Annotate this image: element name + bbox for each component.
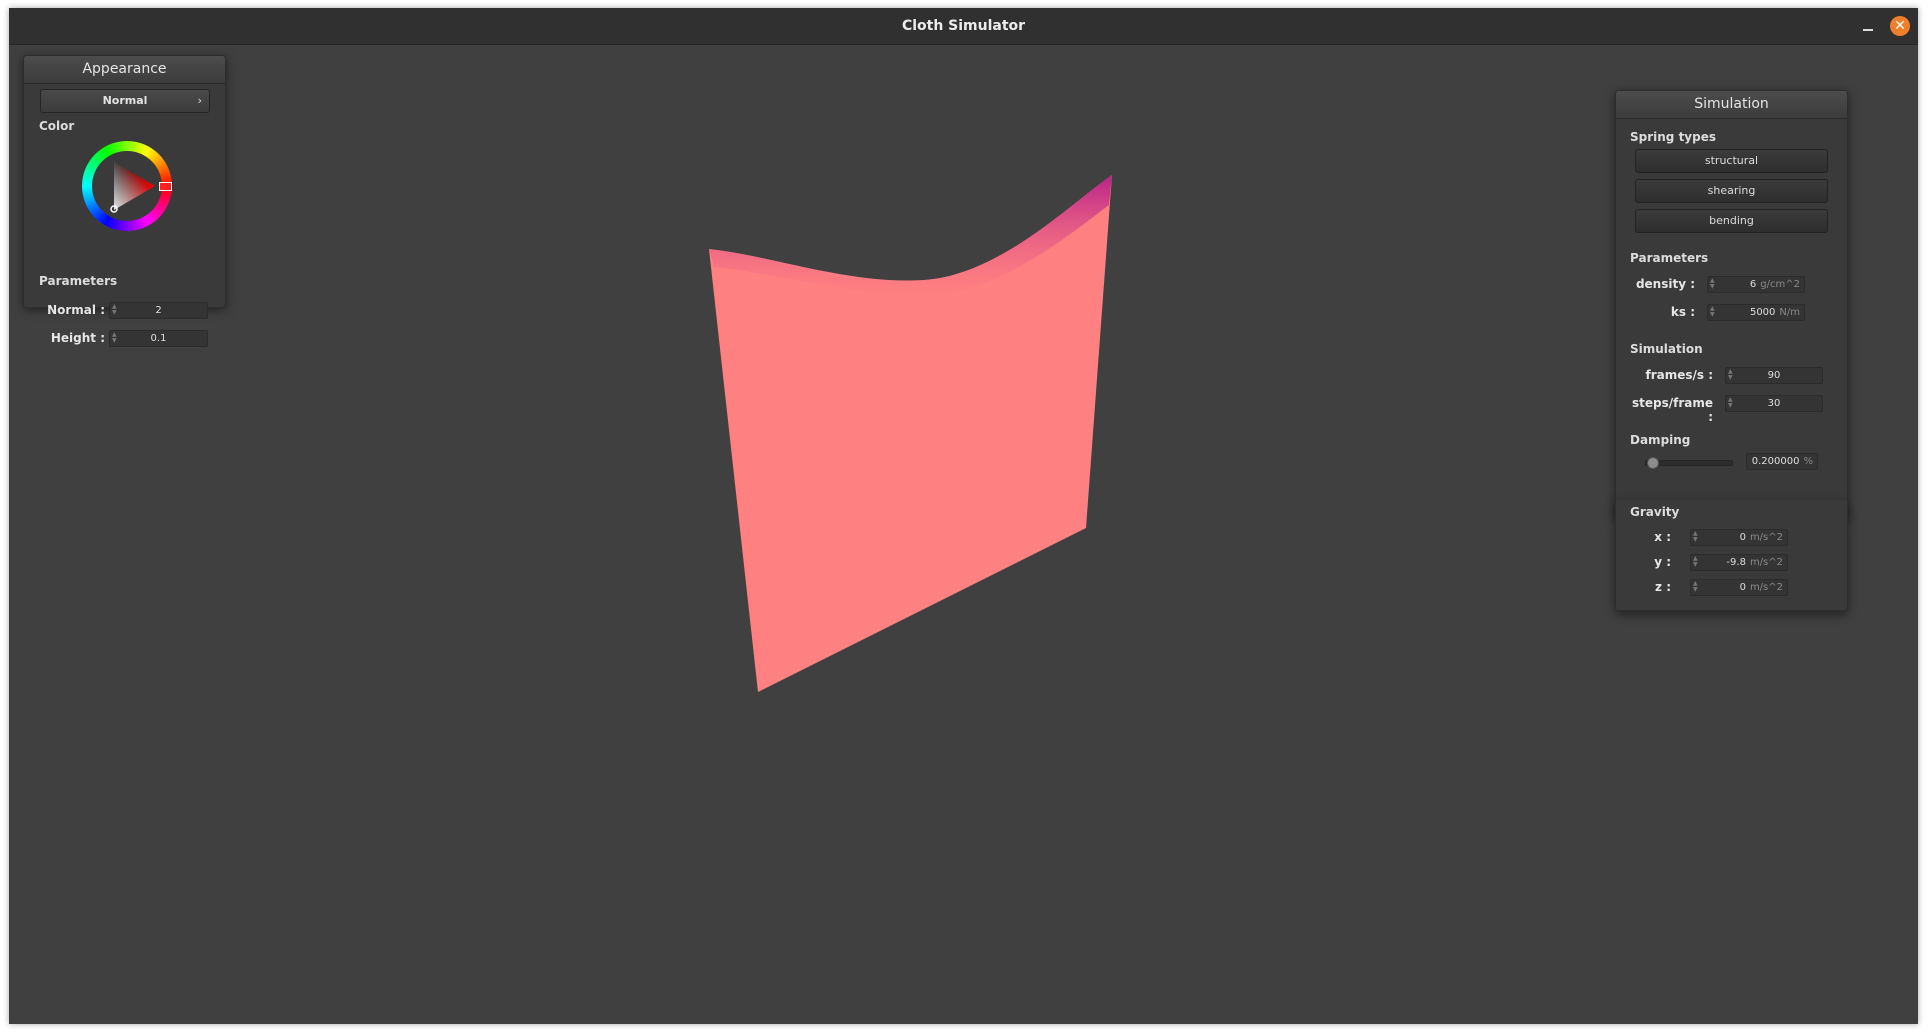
spin-icon[interactable]: ▲ ▼ — [1693, 581, 1699, 594]
chevron-right-icon: › — [197, 94, 202, 107]
ks-unit: N/m — [1779, 307, 1800, 318]
density-input[interactable]: ▲ ▼ 6 g/cm^2 — [1707, 276, 1805, 293]
steps-value: 30 — [1767, 398, 1781, 409]
title-bar[interactable]: Cloth Simulator ✕ — [9, 8, 1918, 45]
gravity-z-input[interactable]: ▲ ▼ 0 m/s^2 — [1690, 579, 1788, 596]
color-label: Color — [39, 119, 75, 133]
damping-label: Damping — [1630, 433, 1691, 447]
damping-slider-handle[interactable] — [1646, 457, 1659, 469]
sim-parameters-label: Parameters — [1630, 251, 1709, 265]
gravity-z-value: 0 — [1739, 582, 1746, 593]
ks-input[interactable]: ▲ ▼ 5000 N/m — [1707, 304, 1805, 321]
spin-icon[interactable]: ▲ ▼ — [1710, 306, 1716, 319]
color-wheel[interactable] — [82, 141, 172, 231]
gravity-z-label: z : — [1655, 580, 1671, 594]
fps-label: frames/s : — [1645, 368, 1713, 382]
gravity-y-unit: m/s^2 — [1749, 557, 1783, 568]
shearing-button[interactable]: shearing — [1635, 179, 1828, 203]
height-value: 0.1 — [150, 333, 167, 344]
simulation-section-label: Simulation — [1630, 342, 1703, 356]
density-unit: g/cm^2 — [1760, 279, 1800, 290]
simulation-panel-title[interactable]: Simulation — [1616, 91, 1847, 119]
cloth-top-shading — [709, 175, 1112, 379]
gravity-y-input[interactable]: ▲ ▼ -9.8 m/s^2 — [1690, 554, 1788, 571]
close-button[interactable]: ✕ — [1890, 16, 1910, 36]
gravity-x-unit: m/s^2 — [1749, 532, 1783, 543]
steps-input[interactable]: ▲ ▼ 30 — [1725, 395, 1823, 412]
shader-dropdown[interactable]: Normal › — [40, 89, 210, 113]
fps-input[interactable]: ▲ ▼ 90 — [1725, 367, 1823, 384]
gravity-x-value: 0 — [1739, 532, 1746, 543]
3d-viewport[interactable]: Appearance Normal › Color Parameters Nor… — [9, 45, 1918, 1024]
normal-label: Normal : — [47, 303, 105, 317]
density-label: density : — [1635, 277, 1695, 291]
spin-icon[interactable]: ▲ ▼ — [1710, 278, 1716, 291]
hue-selector-handle[interactable] — [159, 182, 172, 191]
normal-input[interactable]: ▲ ▼ 2 — [109, 302, 208, 319]
damping-input[interactable]: 0.200000% — [1746, 453, 1818, 470]
gravity-section: Gravity x : ▲ ▼ 0 m/s^2 y : ▲ ▼ -9.8 m/s^2 z… — [1615, 500, 1848, 611]
simulation-panel: Simulation Spring types structural shear… — [1615, 90, 1848, 520]
damping-value: 0.200000 — [1751, 456, 1800, 467]
gravity-z-unit: m/s^2 — [1749, 582, 1783, 593]
spin-icon[interactable]: ▲ ▼ — [1693, 556, 1699, 569]
height-label: Height : — [50, 331, 105, 345]
gravity-label: Gravity — [1630, 505, 1680, 519]
bending-button[interactable]: bending — [1635, 209, 1828, 233]
gravity-y-value: -9.8 — [1726, 557, 1746, 568]
density-value: 6 — [1749, 279, 1757, 290]
ks-value: 5000 — [1749, 307, 1776, 318]
ks-label: ks : — [1670, 305, 1695, 319]
app-window: Cloth Simulator ✕ Appearance Normal › Co… — [9, 8, 1918, 1024]
parameters-label: Parameters — [39, 274, 118, 288]
fps-value: 90 — [1767, 370, 1781, 381]
spring-types-label: Spring types — [1630, 130, 1717, 144]
minimize-button[interactable] — [1860, 19, 1876, 35]
appearance-panel-title[interactable]: Appearance — [24, 56, 225, 84]
structural-button[interactable]: structural — [1635, 149, 1828, 173]
spin-icon[interactable]: ▲ ▼ — [1693, 531, 1699, 544]
window-title: Cloth Simulator — [901, 18, 1026, 34]
gravity-y-label: y : — [1654, 555, 1671, 569]
gravity-x-input[interactable]: ▲ ▼ 0 m/s^2 — [1690, 529, 1788, 546]
height-input[interactable]: ▲ ▼ 0.1 — [109, 330, 208, 347]
normal-value: 2 — [155, 305, 162, 316]
appearance-panel: Appearance Normal › Color Parameters — [23, 55, 226, 308]
gravity-x-label: x : — [1654, 530, 1671, 544]
damping-unit: % — [1803, 456, 1813, 467]
steps-label: steps/frame : — [1631, 396, 1713, 424]
shader-dropdown-value: Normal — [102, 94, 148, 107]
